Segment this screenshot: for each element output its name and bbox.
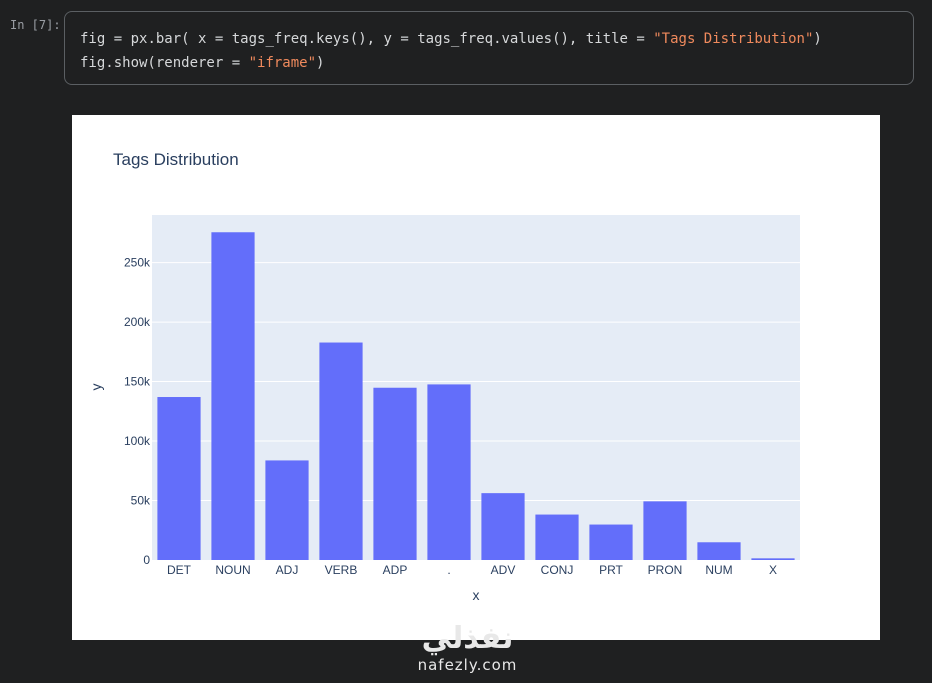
x-tick-label: ADP bbox=[383, 563, 408, 577]
cell-prompt: In [7]: bbox=[10, 18, 61, 32]
bar-adv[interactable] bbox=[481, 493, 525, 560]
bar-num[interactable] bbox=[697, 542, 741, 560]
output-iframe: Tags Distribution 0 50k 100k 150k 200k 250k D… bbox=[72, 115, 880, 640]
bar-chart: Tags Distribution 0 50k 100k 150k 200k 250k D… bbox=[88, 150, 800, 603]
bar-x[interactable] bbox=[751, 558, 795, 560]
x-axis-label: x bbox=[473, 587, 480, 603]
bar-pron[interactable] bbox=[643, 501, 687, 560]
y-axis-label: y bbox=[88, 384, 104, 391]
bar-adj[interactable] bbox=[265, 460, 309, 560]
y-tick-label: 0 bbox=[143, 553, 150, 567]
code-line-1: fig = px.bar( x = tags_freq.keys(), y = … bbox=[80, 31, 822, 47]
y-tick-label: 100k bbox=[124, 434, 151, 448]
bar-adp[interactable] bbox=[373, 387, 417, 560]
x-tick-label: ADJ bbox=[276, 563, 299, 577]
x-tick-label: NUM bbox=[705, 563, 732, 577]
bar-det[interactable] bbox=[157, 397, 201, 560]
code-line-2: fig.show(renderer = "iframe") bbox=[80, 55, 325, 71]
watermark: نفذلي nafezly.com bbox=[405, 622, 530, 682]
y-tick-label: 250k bbox=[124, 256, 151, 270]
x-tick-label: PRT bbox=[599, 563, 623, 577]
x-tick-label: VERB bbox=[325, 563, 358, 577]
bar-conj[interactable] bbox=[535, 514, 579, 560]
bar-prt[interactable] bbox=[589, 524, 633, 560]
x-tick-label: CONJ bbox=[541, 563, 574, 577]
x-tick-label: . bbox=[447, 563, 450, 577]
bar-noun[interactable] bbox=[211, 232, 255, 560]
x-tick-label: NOUN bbox=[215, 563, 250, 577]
x-tick-label: PRON bbox=[648, 563, 683, 577]
y-tick-label: 150k bbox=[124, 375, 151, 389]
x-tick-label: ADV bbox=[491, 563, 516, 577]
watermark-text: nafezly.com bbox=[417, 656, 518, 674]
watermark-logo: نفذلي bbox=[421, 621, 514, 656]
chart-title: Tags Distribution bbox=[113, 150, 239, 169]
code-cell-editor[interactable]: fig = px.bar( x = tags_freq.keys(), y = … bbox=[64, 11, 914, 85]
bar-verb[interactable] bbox=[319, 342, 363, 560]
bar-dot[interactable] bbox=[427, 384, 471, 560]
y-tick-label: 200k bbox=[124, 315, 151, 329]
y-tick-label: 50k bbox=[131, 494, 151, 508]
x-tick-label: DET bbox=[167, 563, 192, 577]
x-tick-label: X bbox=[769, 563, 777, 577]
